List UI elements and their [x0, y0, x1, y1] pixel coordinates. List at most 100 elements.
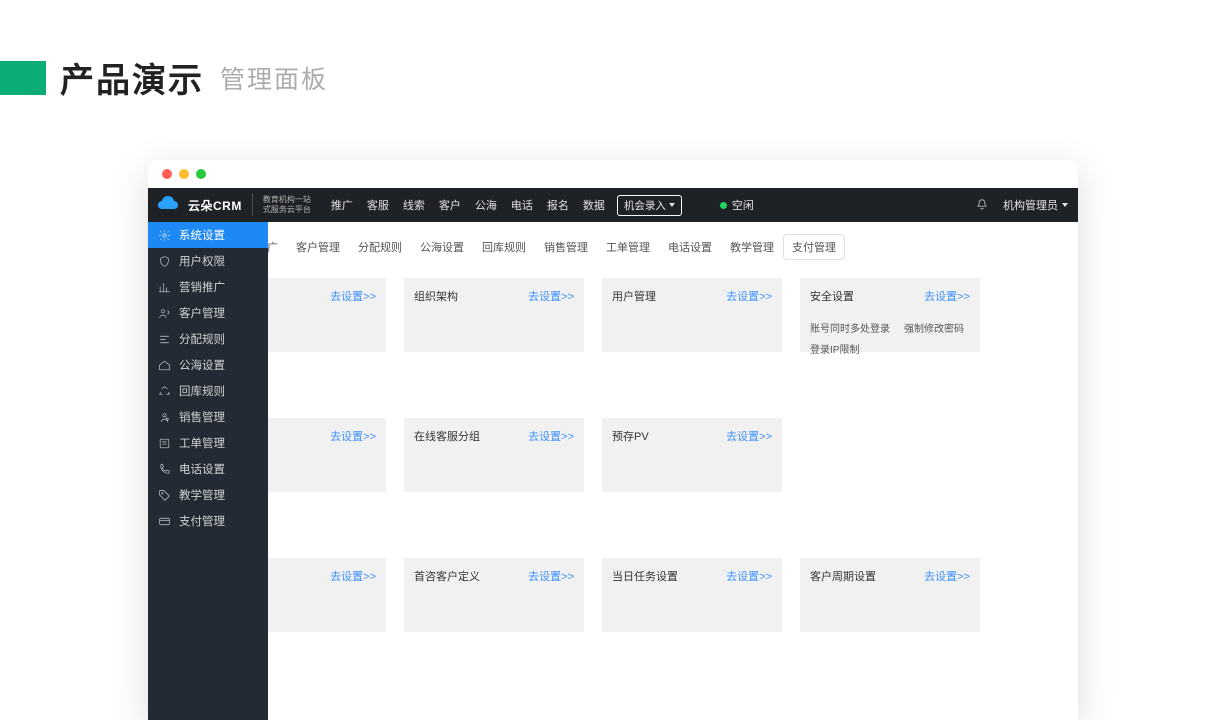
sidebar-item-label: 公海设置 [179, 357, 225, 373]
settings-card: 在线客服分组去设置>> [404, 418, 584, 492]
top-nav: 推广客服线索客户公海电话报名数据 [331, 197, 605, 213]
subtab[interactable]: 工单管理 [597, 234, 659, 260]
card-detail-item: 账号同时多处登录 [810, 320, 890, 335]
card-row: 去设置>>组织架构去设置>>用户管理去设置>>安全设置去设置>>账号同时多处登录… [268, 278, 1078, 352]
go-settings-link[interactable]: 去设置>> [726, 288, 772, 304]
card-icon [158, 515, 171, 528]
subtab[interactable]: 支付管理 [783, 234, 845, 260]
card-detail-item: 登录IP限制 [810, 341, 859, 356]
logo-subtitle: 教育机构一站 式服务云平台 [263, 195, 311, 215]
settings-card: 组织架构去设置>> [404, 278, 584, 352]
window-titlebar [148, 160, 1078, 188]
top-nav-item[interactable]: 公海 [475, 197, 497, 213]
go-settings-link[interactable]: 去设置>> [726, 568, 772, 584]
logo-icon [156, 192, 182, 218]
chevron-down-icon [669, 203, 675, 207]
sidebar-item-label: 分配规则 [179, 331, 225, 347]
logo-text: 云朵CRM [188, 197, 242, 214]
sidebar-item-settings[interactable]: 系统设置 [148, 222, 268, 248]
sidebar-item-label: 用户权限 [179, 253, 225, 269]
go-settings-link[interactable]: 去设置>> [330, 288, 376, 304]
presence-status[interactable]: 空闲 [720, 197, 754, 213]
subtab[interactable]: 电话设置 [659, 234, 721, 260]
sidebar-item-label: 回库规则 [179, 383, 225, 399]
opportunity-entry-button[interactable]: 机会录入 [617, 195, 682, 216]
sidebar-item-users[interactable]: 客户管理 [148, 300, 268, 326]
workspace: 系统设置用户权限营销推广客户管理分配规则公海设置回库规则销售管理工单管理电话设置… [148, 222, 1078, 720]
sidebar-item-sales[interactable]: 销售管理 [148, 404, 268, 430]
settings-card: 去设置>> [268, 418, 386, 492]
card-row: 去设置>>在线客服分组去设置>>预存PV去设置>> [268, 418, 1078, 492]
main-panel: 广客户管理分配规则公海设置回库规则销售管理工单管理电话设置教学管理支付管理 去设… [268, 222, 1078, 720]
subtab[interactable]: 广 [268, 234, 287, 260]
go-settings-link[interactable]: 去设置>> [528, 428, 574, 444]
chevron-down-icon [1062, 203, 1068, 207]
go-settings-link[interactable]: 去设置>> [924, 568, 970, 584]
sidebar: 系统设置用户权限营销推广客户管理分配规则公海设置回库规则销售管理工单管理电话设置… [148, 222, 268, 720]
subtab[interactable]: 公海设置 [411, 234, 473, 260]
settings-card: 去设置>> [268, 558, 386, 632]
tag-icon [158, 489, 171, 502]
card-detail-item: 强制修改密码 [904, 320, 964, 335]
go-settings-link[interactable]: 去设置>> [924, 288, 970, 304]
top-nav-item[interactable]: 电话 [511, 197, 533, 213]
status-dot-online [720, 202, 727, 209]
settings-card: 用户管理去设置>> [602, 278, 782, 352]
sidebar-item-tag[interactable]: 教学管理 [148, 482, 268, 508]
sidebar-item-label: 电话设置 [179, 461, 225, 477]
subtab[interactable]: 客户管理 [287, 234, 349, 260]
top-nav-item[interactable]: 报名 [547, 197, 569, 213]
top-nav-item[interactable]: 数据 [583, 197, 605, 213]
page-header: 产品演示 管理面板 [0, 53, 328, 102]
settings-card: 去设置>> [268, 278, 386, 352]
page-title-main: 产品演示 [60, 53, 204, 102]
settings-card: 首咨客户定义去设置>> [404, 558, 584, 632]
subtab[interactable]: 销售管理 [535, 234, 597, 260]
bell-icon[interactable] [975, 198, 989, 212]
top-nav-item[interactable]: 客户 [439, 197, 461, 213]
top-nav-item[interactable]: 线索 [403, 197, 425, 213]
logo-divider [252, 194, 253, 216]
page-title-sub: 管理面板 [220, 60, 328, 96]
sidebar-item-label: 营销推广 [179, 279, 225, 295]
sidebar-item-shield[interactable]: 用户权限 [148, 248, 268, 274]
logo: 云朵CRM 教育机构一站 式服务云平台 [156, 192, 321, 218]
phone-icon [158, 463, 171, 476]
house-icon [158, 359, 171, 372]
accent-block [0, 61, 46, 95]
sidebar-item-label: 销售管理 [179, 409, 225, 425]
card-sections: 去设置>>组织架构去设置>>用户管理去设置>>安全设置去设置>>账号同时多处登录… [268, 260, 1078, 632]
sales-icon [158, 411, 171, 424]
go-settings-link[interactable]: 去设置>> [726, 428, 772, 444]
sidebar-item-card[interactable]: 支付管理 [148, 508, 268, 534]
sidebar-item-rules[interactable]: 分配规则 [148, 326, 268, 352]
subtab[interactable]: 分配规则 [349, 234, 411, 260]
ticket-icon [158, 437, 171, 450]
chart-icon [158, 281, 171, 294]
shield-icon [158, 255, 171, 268]
topbar-right: 机构管理员 [975, 197, 1068, 213]
settings-card: 预存PV去设置>> [602, 418, 782, 492]
sidebar-item-recycle[interactable]: 回库规则 [148, 378, 268, 404]
window-zoom-dot[interactable] [196, 169, 206, 179]
sidebar-item-chart[interactable]: 营销推广 [148, 274, 268, 300]
subtab[interactable]: 回库规则 [473, 234, 535, 260]
go-settings-link[interactable]: 去设置>> [528, 288, 574, 304]
subtab[interactable]: 教学管理 [721, 234, 783, 260]
go-settings-link[interactable]: 去设置>> [330, 568, 376, 584]
sidebar-item-label: 教学管理 [179, 487, 225, 503]
go-settings-link[interactable]: 去设置>> [528, 568, 574, 584]
sidebar-item-label: 客户管理 [179, 305, 225, 321]
sidebar-item-ticket[interactable]: 工单管理 [148, 430, 268, 456]
sidebar-item-house[interactable]: 公海设置 [148, 352, 268, 378]
top-nav-item[interactable]: 客服 [367, 197, 389, 213]
sidebar-item-label: 工单管理 [179, 435, 225, 451]
top-nav-item[interactable]: 推广 [331, 197, 353, 213]
window-minimize-dot[interactable] [179, 169, 189, 179]
user-menu[interactable]: 机构管理员 [1003, 197, 1068, 213]
settings-card: 当日任务设置去设置>> [602, 558, 782, 632]
window-close-dot[interactable] [162, 169, 172, 179]
sidebar-item-phone[interactable]: 电话设置 [148, 456, 268, 482]
go-settings-link[interactable]: 去设置>> [330, 428, 376, 444]
card-details: 账号同时多处登录强制修改密码登录IP限制 [810, 320, 970, 356]
